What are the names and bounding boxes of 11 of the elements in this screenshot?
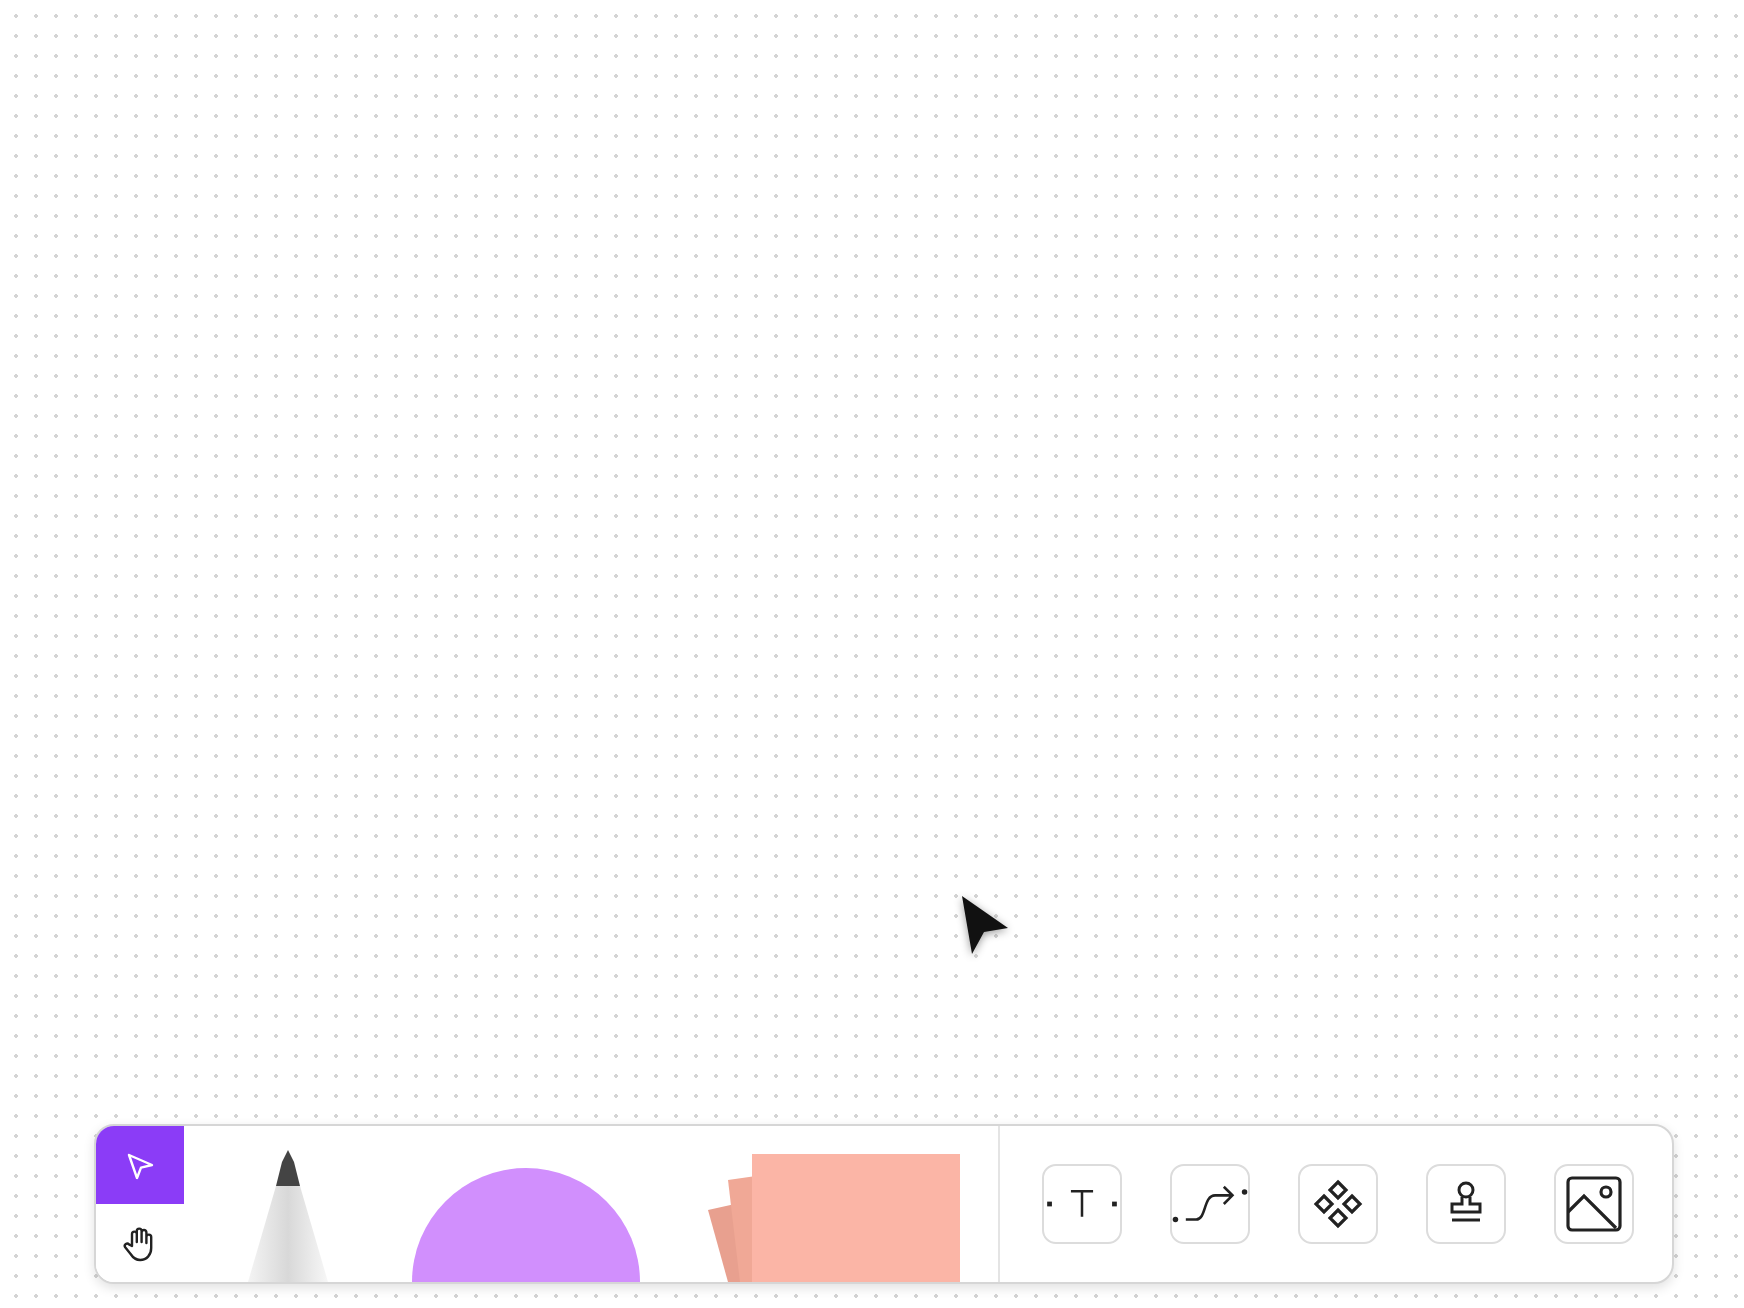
- text-tool-button[interactable]: [1042, 1164, 1122, 1244]
- hand-tool-button[interactable]: [96, 1204, 184, 1282]
- pointer-icon: [124, 1149, 156, 1181]
- connector-tool-button[interactable]: [1170, 1164, 1250, 1244]
- stamp-tool-button[interactable]: [1426, 1164, 1506, 1244]
- image-tool-button[interactable]: [1554, 1164, 1634, 1244]
- select-tool-button[interactable]: [96, 1126, 184, 1204]
- image-icon: [1564, 1174, 1624, 1234]
- pen-drawing: [244, 1150, 332, 1282]
- diamond-grid-icon: [1312, 1178, 1364, 1230]
- components-tool-button[interactable]: [1298, 1164, 1378, 1244]
